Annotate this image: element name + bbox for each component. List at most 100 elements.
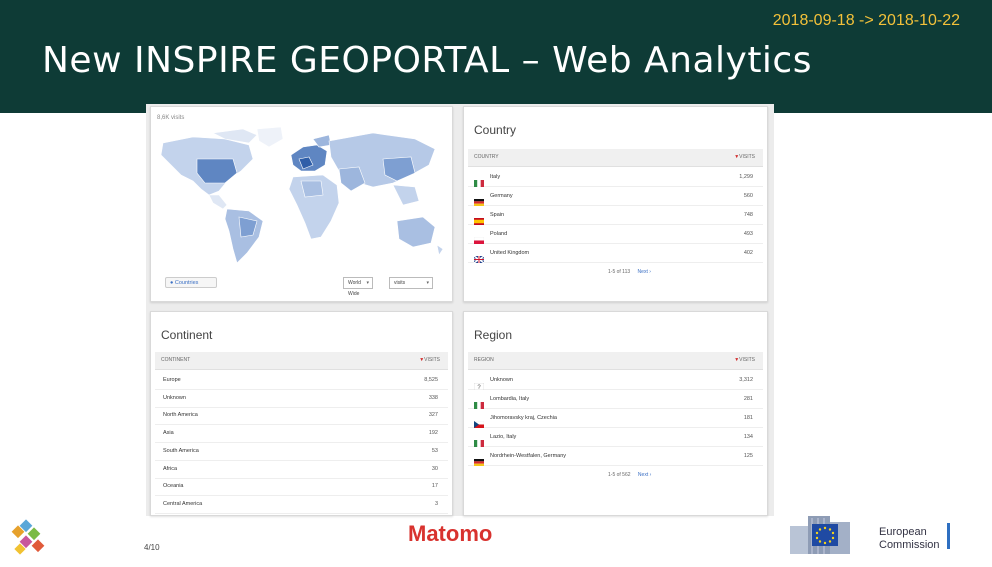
table-row[interactable]: Europe 8,525	[155, 372, 448, 390]
row-visits: 17	[431, 483, 438, 490]
row-visits: 3,312	[739, 377, 753, 383]
row-label: Lazio, Italy	[490, 434, 517, 440]
row-label: Africa	[163, 465, 178, 472]
row-visits: 53	[431, 447, 438, 454]
row-visits: 402	[743, 250, 753, 256]
region-widget: Region REGION VISITS ? Unknown 3,312 Lombar…	[463, 311, 768, 516]
row-label: South America	[163, 447, 199, 454]
row-label: Italy	[490, 174, 501, 180]
table-row[interactable]: South America 53	[155, 443, 448, 461]
row-label: Oceania	[163, 483, 184, 490]
ec-wordmark: European Commission	[879, 526, 940, 552]
matomo-logo: Matomo	[408, 521, 493, 546]
european-commission-logo	[790, 516, 850, 554]
world-map[interactable]	[153, 125, 451, 273]
region-widget-title: Region	[474, 328, 513, 342]
table-row[interactable]: Africa 30	[155, 461, 448, 479]
row-visits: 3	[434, 500, 438, 507]
page-number: 4/10	[144, 543, 160, 552]
row-visits: 125	[743, 453, 753, 459]
region-next-link[interactable]: Next ›	[638, 472, 651, 478]
column-region[interactable]: REGION	[474, 357, 494, 363]
row-visits: 1,299	[739, 174, 753, 180]
row-label: North America	[163, 412, 198, 419]
chevron-down-icon: ▾	[366, 280, 369, 286]
table-row[interactable]: United Kingdom 402	[468, 245, 763, 264]
table-row[interactable]: Central America 3	[155, 496, 448, 514]
table-row[interactable]: Nordrhein-Westfalen, Germany 125	[468, 448, 763, 466]
continent-widget-title: Continent	[161, 328, 213, 342]
table-row[interactable]: Germany 560	[468, 188, 763, 206]
country-table-header: COUNTRY VISITS	[468, 149, 763, 167]
column-continent[interactable]: CONTINENT	[161, 357, 190, 363]
table-row[interactable]: Unknown 338	[155, 390, 448, 408]
analytics-dashboard: 8,6K visits ● Countries World Wide ▾ vis…	[146, 104, 774, 516]
region-pager-range: 1-5 of 562	[608, 472, 631, 478]
row-label: Nordrhein-Westfalen, Germany	[490, 453, 567, 459]
table-row[interactable]: North America 327	[155, 407, 448, 426]
column-visits[interactable]: VISITS	[419, 357, 440, 363]
row-visits: 493	[743, 231, 753, 237]
map-visits-label: 8,6K visits	[157, 115, 185, 121]
region-select-value: World Wide	[348, 280, 361, 297]
slide-header: 2018-09-18 -> 2018-10-22 New INSPIRE GEO…	[0, 0, 992, 113]
inspire-conference-logo	[11, 519, 45, 555]
row-label: Europe	[163, 377, 181, 383]
row-visits: 281	[743, 396, 753, 402]
row-visits: 181	[743, 415, 753, 421]
table-row[interactable]: Lombardia, Italy 281	[468, 391, 763, 409]
table-row[interactable]: Lazio, Italy 134	[468, 429, 763, 447]
table-row[interactable]: Poland 493	[468, 226, 763, 244]
table-row[interactable]: Jihomoravsky kraj, Czechia 181	[468, 410, 763, 428]
region-table-header: REGION VISITS	[468, 352, 763, 370]
flag-icon	[473, 231, 485, 244]
country-widget: Country COUNTRY VISITS Italy 1,299 Germany…	[463, 106, 768, 302]
table-row[interactable]: Spain 748	[468, 207, 763, 225]
column-visits[interactable]: VISITS	[734, 154, 755, 160]
zoom-countries-button[interactable]: ● Countries	[165, 277, 217, 288]
map-region-select[interactable]: World Wide ▾	[343, 277, 373, 297]
country-next-link[interactable]: Next ›	[638, 269, 651, 275]
row-visits: 30	[431, 465, 438, 472]
metric-select-value: visits	[394, 280, 406, 286]
row-visits: 192	[428, 430, 438, 437]
table-row[interactable]: Asia 192	[155, 425, 448, 444]
row-visits: 338	[428, 394, 438, 401]
flag-icon	[474, 193, 484, 206]
table-row[interactable]: ? Unknown 3,312	[468, 372, 763, 391]
flag-icon	[474, 396, 484, 409]
country-pager-range: 1-5 of 113	[608, 269, 631, 275]
row-label: Jihomoravsky kraj, Czechia	[490, 415, 557, 421]
flag-icon	[474, 453, 484, 466]
flag-icon	[474, 434, 484, 447]
flag-icon	[474, 212, 484, 225]
row-visits: 327	[428, 412, 438, 419]
region-pager: 1-5 of 562 Next ›	[608, 472, 651, 478]
country-pager: 1-5 of 113 Next ›	[608, 269, 651, 275]
row-label: Central America	[163, 500, 203, 507]
date-range: 2018-09-18 -> 2018-10-22	[772, 12, 960, 29]
row-visits: 8,525	[424, 377, 438, 383]
column-visits[interactable]: VISITS	[734, 357, 755, 363]
map-metric-select[interactable]: visits ▾	[389, 277, 433, 289]
ec-line-2: Commission	[879, 539, 940, 551]
zoom-label: Countries	[174, 280, 199, 286]
column-country[interactable]: COUNTRY	[474, 154, 499, 160]
country-widget-title: Country	[474, 123, 517, 137]
slide-title: New INSPIRE GEOPORTAL – Web Analytics	[42, 40, 812, 81]
row-label: United Kingdom	[490, 250, 530, 256]
row-visits: 748	[743, 212, 753, 218]
table-row[interactable]: Italy 1,299	[468, 169, 763, 187]
row-label: Lombardia, Italy	[490, 396, 530, 402]
table-row[interactable]: Oceania 17	[155, 478, 448, 497]
row-label: Unknown	[490, 377, 513, 383]
continent-table-header: CONTINENT VISITS	[155, 352, 448, 370]
continent-widget: Continent CONTINENT VISITS Europe 8,525 Un…	[150, 311, 453, 516]
ec-accent-bar	[947, 523, 950, 549]
flag-icon: ?	[473, 377, 485, 391]
ec-line-1: European	[879, 526, 927, 538]
globe-icon: ●	[170, 280, 174, 286]
row-label: Germany	[490, 193, 513, 199]
row-visits: 560	[743, 193, 753, 199]
row-label: Spain	[490, 212, 505, 218]
